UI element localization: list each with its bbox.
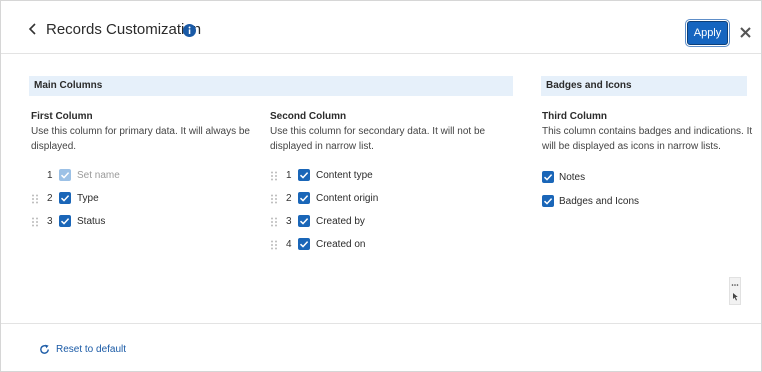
checkbox[interactable] — [542, 195, 554, 207]
second-column-title: Second Column — [270, 111, 347, 122]
list-item[interactable]: 2 Type — [31, 192, 231, 206]
item-label: Created by — [316, 216, 365, 227]
third-column-title: Third Column — [542, 111, 607, 122]
second-column-description: Use this column for secondary data. It w… — [270, 126, 486, 152]
checkbox — [59, 169, 71, 181]
first-column-description: Use this column for primary data. It wil… — [31, 126, 250, 152]
item-label: Type — [77, 193, 99, 204]
item-label: Content origin — [316, 193, 379, 204]
list-item[interactable]: Badges and Icons — [542, 195, 742, 209]
item-label: Badges and Icons — [559, 196, 640, 207]
drag-handle-icon[interactable] — [270, 240, 278, 250]
apply-button[interactable]: Apply — [685, 19, 730, 47]
reset-label: Reset to default — [56, 344, 127, 355]
item-number: 3 — [286, 216, 292, 227]
item-label: Content type — [316, 170, 373, 181]
item-number: 3 — [47, 216, 53, 227]
item-label: Set name — [77, 170, 120, 181]
chevron-left-icon[interactable] — [27, 22, 39, 36]
checkbox[interactable] — [298, 169, 310, 181]
list-item[interactable]: 3 Status — [31, 215, 231, 229]
item-number: 1 — [286, 170, 292, 181]
drag-handle-icon[interactable] — [31, 194, 39, 204]
info-icon[interactable] — [183, 24, 196, 37]
item-number: 2 — [286, 193, 292, 204]
drag-handle-icon[interactable] — [270, 217, 278, 227]
floating-toolbar[interactable] — [729, 277, 741, 305]
refresh-icon — [40, 344, 49, 354]
first-column-title: First Column — [31, 111, 93, 122]
third-column: Third Column This column contains badges… — [542, 111, 757, 154]
more-icon[interactable] — [730, 278, 740, 304]
list-item[interactable]: 4 Created on — [270, 238, 480, 252]
list-item[interactable]: 2 Content origin — [270, 192, 480, 206]
records-customization-dialog: Records Customization Apply Main Columns… — [0, 0, 762, 372]
checkbox[interactable] — [59, 192, 71, 204]
item-label: Notes — [559, 172, 586, 183]
checkbox[interactable] — [542, 171, 554, 183]
drag-handle-icon[interactable] — [270, 194, 278, 204]
checkbox[interactable] — [298, 215, 310, 227]
list-item[interactable]: 3 Created by — [270, 215, 480, 229]
item-label: Status — [77, 216, 106, 227]
drag-handle-icon[interactable] — [31, 217, 39, 227]
badges-and-icons-header: Badges and Icons — [541, 76, 747, 96]
first-column: First Column Use this column for primary… — [31, 111, 256, 154]
drag-handle-icon[interactable] — [270, 171, 278, 181]
second-column: Second Column Use this column for second… — [270, 111, 500, 154]
list-item: 1 Set name — [31, 169, 231, 183]
main-columns-header: Main Columns — [29, 76, 513, 96]
list-item[interactable]: Notes — [542, 171, 742, 185]
item-label: Created on — [316, 239, 366, 250]
item-number: 4 — [286, 239, 292, 250]
checkbox[interactable] — [298, 192, 310, 204]
page-title: Records Customization — [46, 21, 202, 38]
checkbox[interactable] — [59, 215, 71, 227]
item-number: 1 — [47, 170, 53, 181]
list-item[interactable]: 1 Content type — [270, 169, 480, 183]
item-number: 2 — [47, 193, 53, 204]
third-column-description: This column contains badges and indicati… — [542, 126, 753, 152]
close-icon[interactable] — [739, 26, 752, 39]
dialog-header: Records Customization Apply — [1, 1, 761, 54]
checkbox[interactable] — [298, 238, 310, 250]
